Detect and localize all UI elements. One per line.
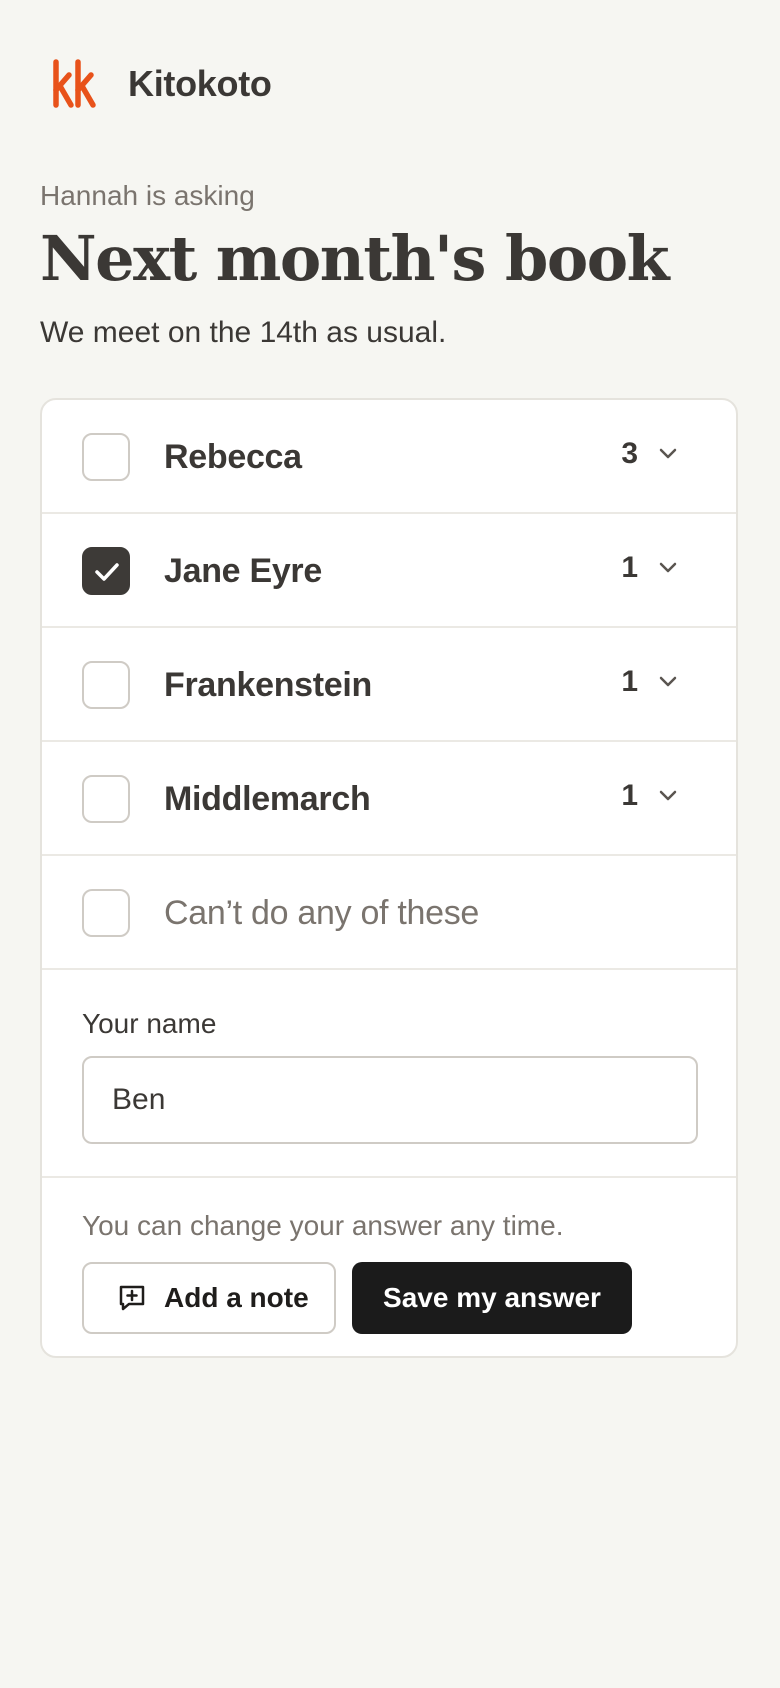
- chevron-down-icon[interactable]: [658, 788, 678, 802]
- option-checkbox[interactable]: [82, 775, 130, 823]
- option-row-jane-eyre[interactable]: Jane Eyre 1: [42, 514, 736, 628]
- change-answer-hint: You can change your answer any time.: [82, 1210, 564, 1241]
- name-input[interactable]: [82, 1056, 698, 1144]
- app-header: Kitokoto: [52, 58, 272, 110]
- poll-asker: Hannah is asking: [40, 180, 255, 211]
- chevron-down-icon[interactable]: [658, 560, 678, 574]
- save-answer-button[interactable]: Save my answer: [352, 1262, 632, 1334]
- chevron-down-icon[interactable]: [658, 674, 678, 688]
- option-row-none[interactable]: Can’t do any of these: [42, 856, 736, 970]
- vote-count: 3: [621, 437, 638, 470]
- option-label: Rebecca: [164, 438, 302, 476]
- option-checkbox[interactable]: [82, 433, 130, 481]
- option-checkbox-checked[interactable]: [82, 547, 130, 595]
- check-icon: [95, 563, 119, 581]
- app-name: Kitokoto: [128, 63, 272, 104]
- name-field-label: Your name: [82, 1008, 217, 1039]
- option-checkbox[interactable]: [82, 661, 130, 709]
- option-label: Can’t do any of these: [164, 894, 480, 932]
- option-label: Jane Eyre: [164, 552, 322, 590]
- chevron-down-icon[interactable]: [658, 446, 678, 460]
- vote-count: 1: [621, 665, 638, 698]
- option-row-middlemarch[interactable]: Middlemarch 1: [42, 742, 736, 856]
- vote-count: 1: [621, 779, 638, 812]
- add-note-button[interactable]: Add a note: [82, 1262, 336, 1334]
- option-label: Middlemarch: [164, 780, 371, 818]
- add-note-label: Add a note: [164, 1282, 309, 1313]
- option-row-rebecca[interactable]: Rebecca 3: [42, 400, 736, 514]
- kitokoto-logo-icon: [53, 59, 96, 108]
- option-row-frankenstein[interactable]: Frankenstein 1: [42, 628, 736, 742]
- divider: [42, 1176, 736, 1178]
- option-checkbox[interactable]: [82, 889, 130, 937]
- option-label: Frankenstein: [164, 666, 373, 704]
- poll-card: Rebecca 3 Jane Eyre 1 Frankenstein 1 Mid…: [40, 398, 738, 1358]
- page-title: Next month's book: [40, 222, 670, 295]
- message-plus-icon: [119, 1285, 145, 1311]
- vote-count: 1: [621, 551, 638, 584]
- poll-description: We meet on the 14th as usual.: [40, 316, 447, 349]
